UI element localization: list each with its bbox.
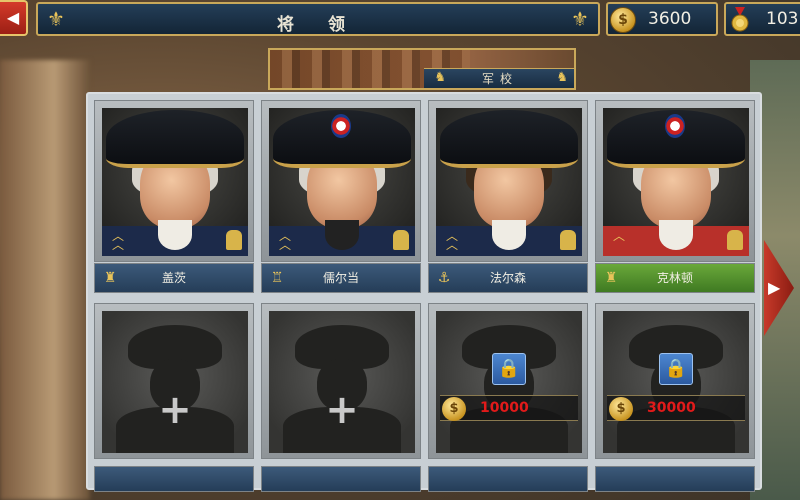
lock-icon: 🔒 <box>492 353 526 385</box>
medal-amount: 103 <box>766 9 799 29</box>
bust-icon <box>727 230 743 250</box>
bust-icon <box>560 230 576 250</box>
slot-name-bar <box>428 466 588 492</box>
general-name-bar[interactable]: ♜ 盖茨 <box>94 263 254 293</box>
chevron-left-icon: ◀ <box>6 8 20 27</box>
unlock-cost-amount: 10000 <box>480 400 529 416</box>
generals-panel: ︿ ︿ ♜ 盖茨 + ︿ ︿ ♖ 儒尔当 + ︿ ︿ ⚓ 法尔森 🔒 $ 100… <box>86 92 762 492</box>
artillery-icon: ♖ <box>270 270 284 286</box>
title-bar: ⚜ 将 领 ⚜ <box>36 2 600 36</box>
medal-icon <box>731 7 749 32</box>
slot-name-bar <box>94 466 254 492</box>
bicorne-hat-icon <box>106 110 244 168</box>
rank-chevron-icon: ︿ ︿ <box>278 229 291 252</box>
general-portrait[interactable]: ︿ ︿ <box>261 100 421 262</box>
rank-chevron-icon: ︿ <box>612 229 625 243</box>
general-name-bar-selected[interactable]: ♜ 克林顿 <box>595 263 755 293</box>
plus-icon: + <box>325 387 359 433</box>
academy-banner: ♞ 军校 ♞ <box>268 48 576 90</box>
rank-chevron-icon: ︿ ︿ <box>445 229 458 252</box>
bicorne-hat-icon <box>440 110 578 168</box>
lion-icon: ♞ <box>434 70 446 85</box>
chevron-right-icon: ▶ <box>768 278 781 297</box>
slot-name-bar <box>595 466 755 492</box>
plus-icon: + <box>158 387 192 433</box>
navy-anchor-icon: ⚓ <box>437 270 451 286</box>
fleur-de-lis-icon: ⚜ <box>571 7 589 31</box>
cockade-icon <box>665 114 685 138</box>
general-name: 克林顿 <box>656 271 693 285</box>
coin-icon: $ <box>442 397 466 421</box>
general-portrait[interactable]: ︿ ︿ <box>428 100 588 262</box>
background-scene-left <box>0 60 90 500</box>
general-portrait[interactable]: ︿ <box>595 100 755 262</box>
empty-slot[interactable]: + <box>94 303 254 459</box>
general-name-bar[interactable]: ⚓ 法尔森 <box>428 263 588 293</box>
coin-icon: $ <box>609 397 633 421</box>
general-name: 儒尔当 <box>322 271 359 285</box>
empty-slot[interactable]: + <box>261 303 421 459</box>
unlock-cost: $ 30000 <box>607 395 745 421</box>
back-button[interactable]: ◀ <box>0 0 28 36</box>
bust-icon <box>393 230 409 250</box>
page-title: 将 领 <box>277 15 359 35</box>
coin-amount: 3600 <box>648 9 692 29</box>
banner-label: 军校 <box>481 72 518 86</box>
locked-slot[interactable]: 🔒 $ 30000 <box>595 303 755 459</box>
medal-counter[interactable]: 103 <box>724 2 800 36</box>
bust-icon <box>226 230 242 250</box>
infantry-icon: ♜ <box>103 270 117 286</box>
rank-chevron-icon: ︿ ︿ <box>111 229 124 252</box>
general-name-bar[interactable]: ♖ 儒尔当 <box>261 263 421 293</box>
general-name: 法尔森 <box>489 271 526 285</box>
general-name: 盖茨 <box>161 271 186 285</box>
unlock-cost: $ 10000 <box>440 395 578 421</box>
page-indicator <box>386 491 426 499</box>
coin-counter[interactable]: $ 3600 <box>606 2 718 36</box>
slot-name-bar <box>261 466 421 492</box>
cockade-icon <box>331 114 351 138</box>
lion-icon: ♞ <box>556 70 568 85</box>
general-portrait[interactable]: ︿ ︿ <box>94 100 254 262</box>
infantry-icon: ♜ <box>604 270 618 286</box>
lock-icon: 🔒 <box>659 353 693 385</box>
unlock-cost-amount: 30000 <box>647 400 696 416</box>
coin-icon: $ <box>610 7 636 33</box>
locked-slot[interactable]: 🔒 $ 10000 <box>428 303 588 459</box>
